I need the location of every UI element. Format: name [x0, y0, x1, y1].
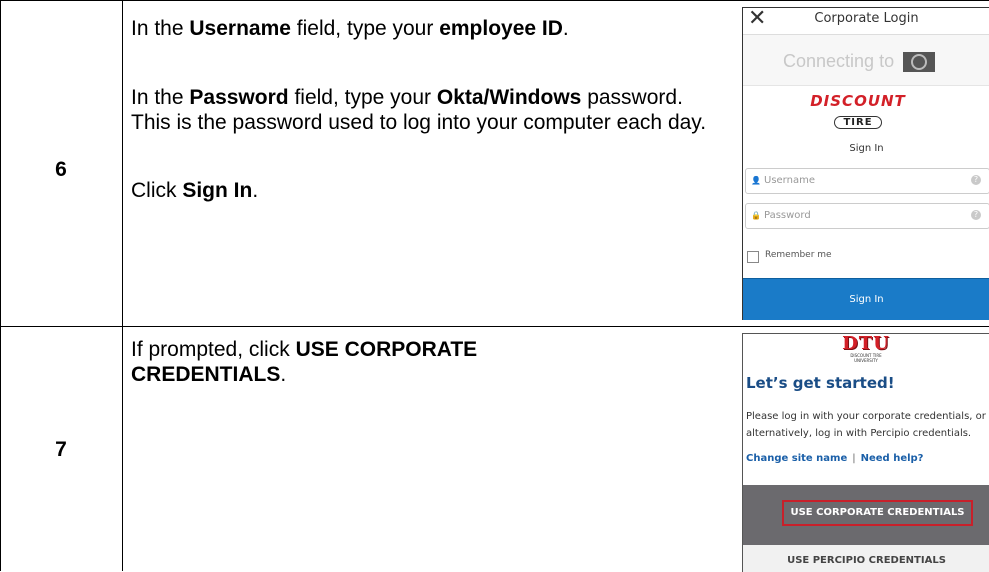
username-placeholder: Username: [764, 175, 815, 186]
help-icon[interactable]: ?: [971, 175, 981, 185]
dtu-logo-subtext: DISCOUNT TIRE UNIVERSITY: [850, 353, 882, 363]
password-placeholder: Password: [764, 210, 811, 221]
use-corporate-credentials-button[interactable]: USE CORPORATE CREDENTIALS: [782, 500, 973, 526]
table-border-left: [0, 0, 1, 571]
need-help-link[interactable]: Need help?: [861, 453, 924, 464]
sign-in-heading: Sign In: [849, 143, 884, 154]
step-number: 6: [55, 158, 67, 181]
remember-me-label: Remember me: [765, 250, 832, 260]
page-title: Let’s get started!: [746, 374, 895, 392]
step-number: 7: [55, 438, 67, 461]
instruction-line: Click Sign In.: [131, 179, 259, 202]
corporate-login-screenshot: ✕ Corporate Login Connecting to DISCOUNT…: [742, 7, 989, 320]
lock-icon: 🔒: [751, 211, 761, 220]
user-icon: 👤: [751, 176, 761, 185]
dtu-login-screenshot: DTU DISCOUNT TIRE UNIVERSITY Let’s get s…: [742, 333, 989, 572]
password-field[interactable]: 🔒 Password ?: [745, 203, 989, 229]
use-percipio-credentials-button[interactable]: USE PERCIPIO CREDENTIALS: [743, 545, 989, 572]
connecting-banner: Connecting to: [743, 34, 989, 86]
table-divider-row: [0, 326, 989, 327]
wheel-rim-icon: [911, 54, 927, 70]
link-separator: |: [852, 453, 856, 464]
help-icon[interactable]: ?: [971, 210, 981, 220]
instruction-line: In the Username field, type your employe…: [131, 17, 569, 40]
change-site-link[interactable]: Change site name: [746, 453, 847, 464]
username-field[interactable]: 👤 Username ?: [745, 168, 989, 194]
help-links: Change site name | Need help?: [746, 453, 924, 464]
login-title: Corporate Login: [814, 11, 919, 26]
table-divider-col: [122, 0, 123, 571]
dtu-logo: DTU DISCOUNT TIRE UNIVERSITY: [838, 333, 894, 364]
connecting-text: Connecting to: [783, 51, 895, 71]
step-instructions: In the Username field, type your employe…: [131, 16, 731, 203]
discount-tire-logo: DISCOUNT TIRE: [798, 92, 918, 129]
tire-logo-icon: [903, 52, 935, 72]
instruction-line: If prompted, click USE CORPORATE CREDENT…: [131, 338, 478, 386]
table-border-top: [0, 0, 989, 1]
intro-text: Please log in with your corporate creden…: [746, 411, 986, 439]
sign-in-button[interactable]: Sign In: [743, 278, 989, 320]
step-instructions: If prompted, click USE CORPORATE CREDENT…: [131, 337, 611, 387]
instruction-line: In the Password field, type your Okta/Wi…: [131, 86, 707, 134]
dtu-logo-text: DTU: [842, 333, 890, 354]
remember-me-checkbox[interactable]: [747, 251, 759, 263]
logo-text: DISCOUNT: [810, 92, 906, 110]
logo-subtext: TIRE: [834, 116, 882, 129]
